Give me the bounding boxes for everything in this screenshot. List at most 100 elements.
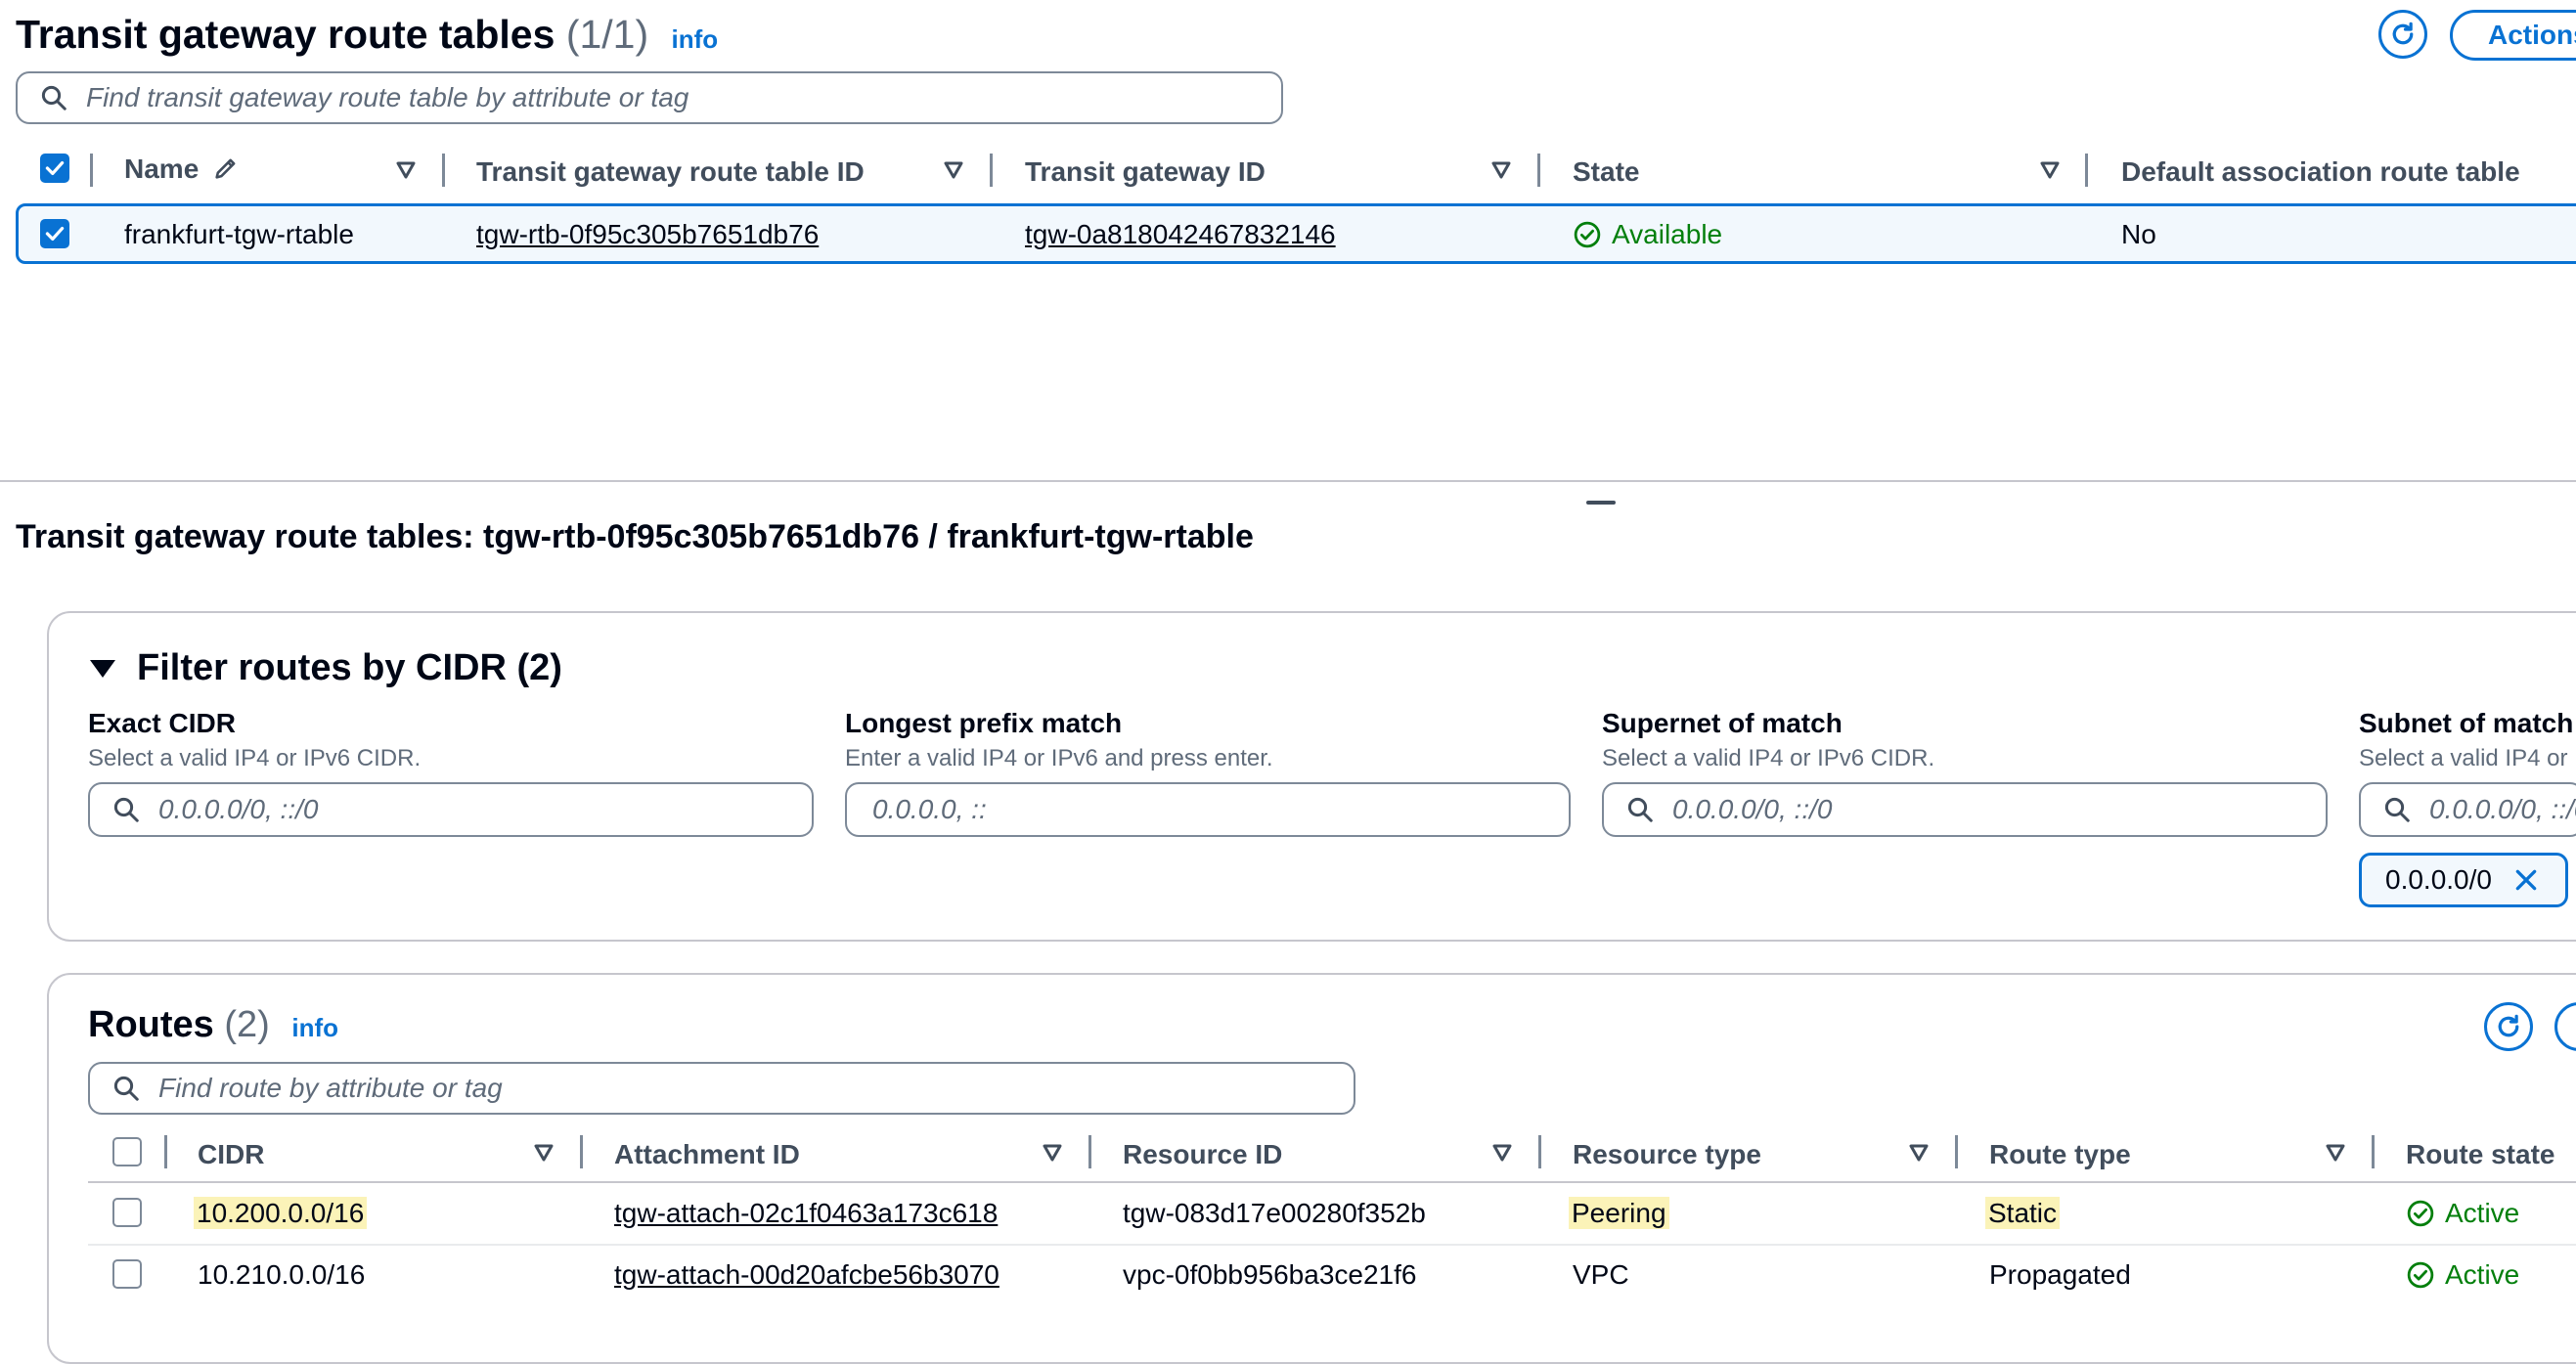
info-link[interactable]: info xyxy=(672,24,719,54)
column-divider xyxy=(1538,1135,1541,1168)
detail-title: Transit gateway route tables: tgw-rtb-0f… xyxy=(16,518,1254,555)
exact-cidr-field[interactable] xyxy=(88,782,814,837)
refresh-icon xyxy=(2392,22,2414,45)
sort-icon[interactable] xyxy=(1908,1143,1930,1163)
route-table-search-input[interactable] xyxy=(86,82,1281,113)
subnet-input[interactable] xyxy=(2429,794,2576,825)
route-state-badge: Active xyxy=(2406,1259,2519,1291)
column-divider xyxy=(90,154,93,187)
supernet-field[interactable] xyxy=(1602,782,2328,837)
subnet-label: Subnet of match xyxy=(2359,708,2574,738)
resource-type: VPC xyxy=(1573,1259,1629,1290)
supernet-desc: Select a valid IP4 or IPv6 CIDR. xyxy=(1602,745,1935,771)
attachment-id-link[interactable]: tgw-attach-02c1f0463a173c618 xyxy=(614,1198,998,1229)
subnet-field[interactable] xyxy=(2359,782,2576,837)
refresh-icon xyxy=(2498,1014,2519,1037)
routes-refresh-button[interactable] xyxy=(2484,1002,2533,1051)
search-icon xyxy=(113,797,139,822)
route-table-id-link[interactable]: tgw-rtb-0f95c305b7651db76 xyxy=(476,219,819,250)
route-table-name: frankfurt-tgw-rtable xyxy=(124,219,354,249)
state-badge: Available xyxy=(1573,219,1722,250)
route-type: Propagated xyxy=(1989,1259,2131,1290)
edit-icon xyxy=(215,158,236,179)
page-title: Transit gateway route tables (1/1) info xyxy=(16,12,719,57)
route-type: Static xyxy=(1985,1197,2061,1229)
column-divider xyxy=(990,154,993,187)
row-checkbox[interactable] xyxy=(112,1198,142,1227)
exact-cidr-desc: Select a valid IP4 or IPv6 CIDR. xyxy=(88,745,422,771)
routes-select-all-checkbox[interactable] xyxy=(112,1137,142,1166)
column-header-route-table-id[interactable]: Transit gateway route table ID xyxy=(476,156,865,188)
select-all-checkbox[interactable] xyxy=(40,154,69,183)
route-cidr: 10.210.0.0/16 xyxy=(198,1259,366,1290)
column-header-resource-id[interactable]: Resource ID xyxy=(1123,1139,1282,1170)
column-header-cidr[interactable]: CIDR xyxy=(198,1139,264,1170)
column-header-route-type[interactable]: Route type xyxy=(1989,1139,2131,1170)
search-icon xyxy=(1627,797,1653,822)
routes-info-link[interactable]: info xyxy=(291,1013,338,1042)
checkmark-icon xyxy=(45,160,65,176)
default-association-value: No xyxy=(2121,219,2156,249)
gateway-id-link[interactable]: tgw-0a818042467832146 xyxy=(1025,219,1336,250)
sort-icon[interactable] xyxy=(1490,160,1512,180)
column-divider xyxy=(2372,1135,2375,1168)
resize-handle[interactable] xyxy=(1586,501,1616,505)
column-divider xyxy=(1537,154,1540,187)
subnet-desc: Select a valid IP4 or IPv6 CIDR. xyxy=(2359,745,2576,771)
search-icon xyxy=(2384,797,2410,822)
sort-icon[interactable] xyxy=(533,1143,555,1163)
route-table-search[interactable] xyxy=(16,71,1283,124)
column-header-resource-type[interactable]: Resource type xyxy=(1573,1139,1761,1170)
column-divider xyxy=(1955,1135,1958,1168)
resource-type: Peering xyxy=(1569,1197,1669,1229)
column-header-state[interactable]: State xyxy=(1573,156,1639,188)
column-header-attachment-id[interactable]: Attachment ID xyxy=(614,1139,800,1170)
route-state-badge: Active xyxy=(2406,1198,2519,1229)
routes-title: Routes (2) info xyxy=(88,1004,339,1045)
checkmark-icon xyxy=(45,226,65,242)
sort-icon[interactable] xyxy=(943,160,964,180)
split-panel-divider[interactable] xyxy=(0,480,2576,482)
routes-count: (2) xyxy=(224,1004,270,1045)
search-icon xyxy=(113,1076,139,1101)
check-circle-icon xyxy=(2407,1261,2434,1289)
longest-prefix-field[interactable] xyxy=(845,782,1571,837)
selection-count: (1/1) xyxy=(565,12,649,57)
sort-icon[interactable] xyxy=(2325,1143,2346,1163)
filter-expander[interactable]: Filter routes by CIDR (2) xyxy=(88,647,562,689)
caret-down-icon xyxy=(90,659,115,678)
longest-prefix-input[interactable] xyxy=(872,794,1569,825)
column-divider xyxy=(2085,154,2088,187)
search-icon xyxy=(41,85,67,110)
check-circle-icon xyxy=(1574,221,1601,248)
exact-cidr-label: Exact CIDR xyxy=(88,708,236,738)
supernet-label: Supernet of match xyxy=(1602,708,1843,738)
column-header-gateway-id[interactable]: Transit gateway ID xyxy=(1025,156,1266,188)
routes-search[interactable] xyxy=(88,1062,1355,1115)
sort-icon[interactable] xyxy=(395,160,417,180)
supernet-input[interactable] xyxy=(1672,794,2326,825)
filter-token: 0.0.0.0/0 xyxy=(2359,853,2568,907)
row-checkbox[interactable] xyxy=(112,1259,142,1289)
column-divider xyxy=(164,1135,167,1168)
column-header-route-state[interactable]: Route state xyxy=(2406,1139,2554,1170)
sort-icon[interactable] xyxy=(1042,1143,1063,1163)
actions-button[interactable]: Actions xyxy=(2450,10,2576,61)
exact-cidr-input[interactable] xyxy=(158,794,812,825)
row-checkbox[interactable] xyxy=(40,219,69,248)
routes-search-input[interactable] xyxy=(158,1073,1354,1104)
sort-icon[interactable] xyxy=(2039,160,2061,180)
refresh-button[interactable] xyxy=(2378,10,2427,59)
check-circle-icon xyxy=(2407,1200,2434,1227)
sort-icon[interactable] xyxy=(1491,1143,1513,1163)
attachment-id-link[interactable]: tgw-attach-00d20afcbe56b3070 xyxy=(614,1259,999,1291)
resource-id: tgw-083d17e00280f352b xyxy=(1123,1198,1426,1228)
close-icon[interactable] xyxy=(2513,867,2539,893)
resource-id: vpc-0f0bb956ba3ce21f6 xyxy=(1123,1259,1417,1290)
column-header-default-association[interactable]: Default association route table xyxy=(2121,156,2520,188)
column-divider xyxy=(442,154,445,187)
column-header-name[interactable]: Name xyxy=(124,154,240,185)
longest-prefix-desc: Enter a valid IP4 or IPv6 and press ente… xyxy=(845,745,1273,771)
column-divider xyxy=(1088,1135,1091,1168)
column-divider xyxy=(580,1135,583,1168)
